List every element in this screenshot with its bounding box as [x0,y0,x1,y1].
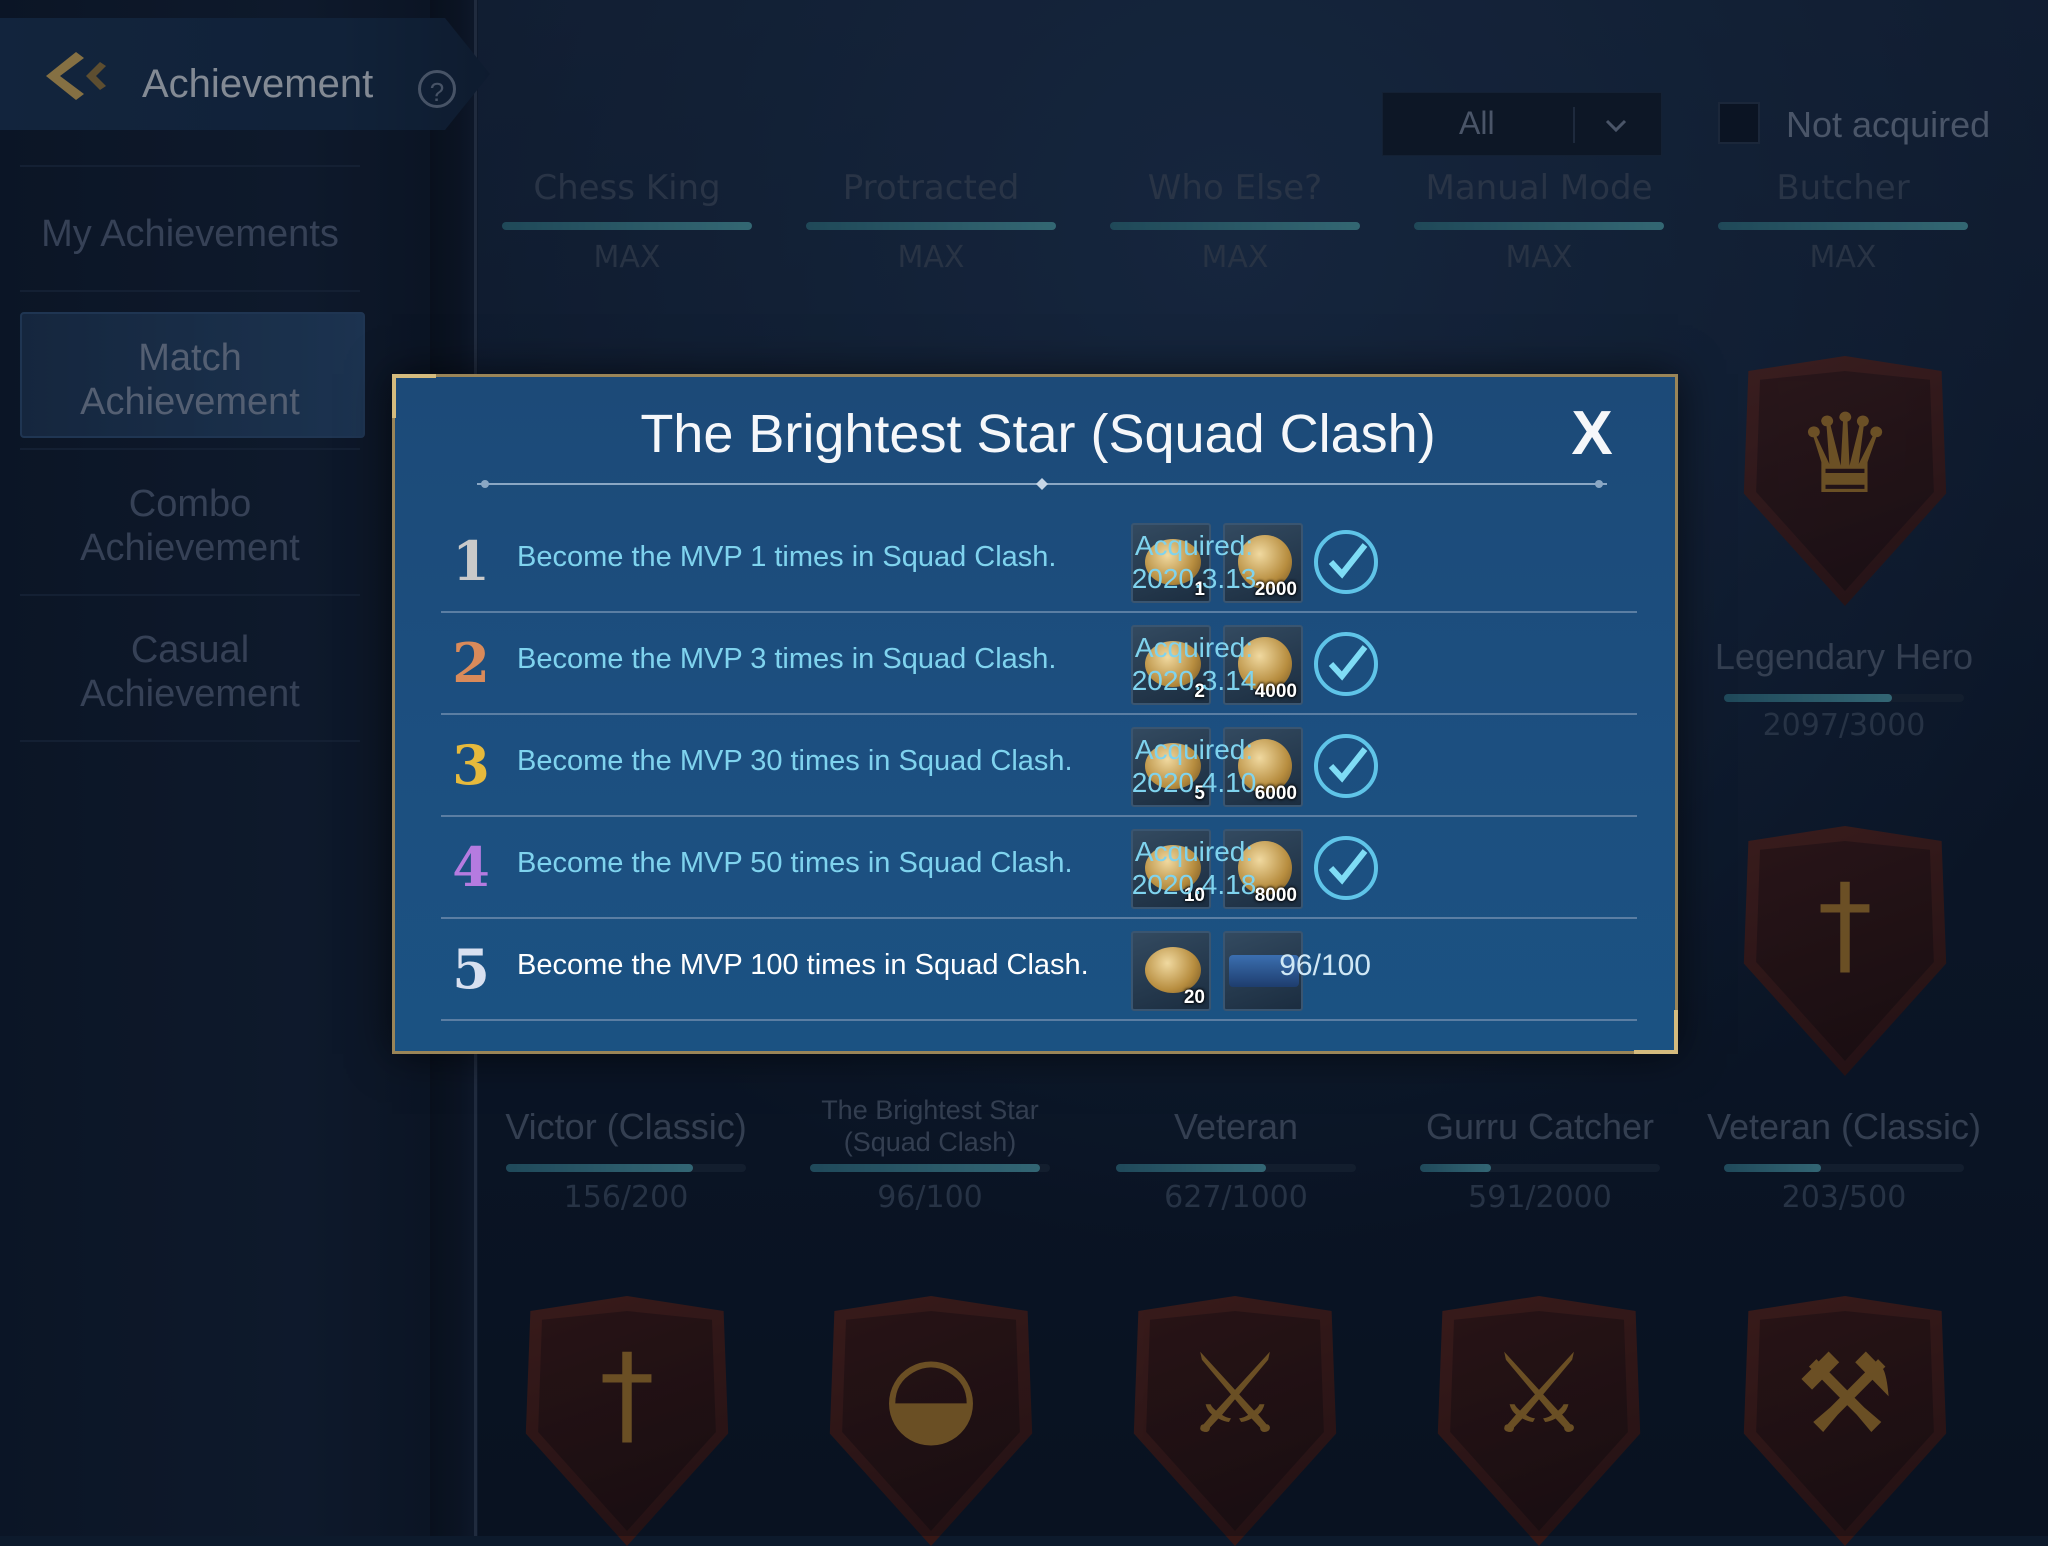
reward-quantity: 20 [1183,987,1205,1008]
check-icon [1314,836,1378,900]
tier-description: Become the MVP 1 times in Squad Clash. [517,541,1057,573]
acquired-label: Acquired: [1134,530,1254,561]
close-button[interactable]: X [1557,399,1627,469]
acquired-date: Acquired: 2020.3.13 [1109,529,1279,595]
acquired-label: Acquired: [1134,836,1254,867]
tier-progress: 96/100 [1279,949,1371,982]
sword-icon: † [1817,860,1873,988]
hammer-icon: ⚒ [1795,1330,1895,1458]
tier-row: 3 Become the MVP 30 times in Squad Clash… [441,715,1637,817]
acquired-date-value: 2020.4.18 [1131,869,1257,900]
tier-number-icon: 4 [452,835,490,899]
acquired-date: Acquired: 2020.4.10 [1109,733,1279,799]
tier-row: 1 Become the MVP 1 times in Squad Clash.… [441,511,1637,613]
tier-description: Become the MVP 30 times in Squad Clash. [517,745,1073,777]
tier-number-icon: 2 [452,631,490,695]
acquired-label: Acquired: [1134,632,1254,663]
tier-row: 5 Become the MVP 100 times in Squad Clas… [441,919,1637,1021]
tier-description: Become the MVP 100 times in Squad Clash. [517,949,1089,981]
tier-number-icon: 3 [452,733,490,797]
acquired-date: Acquired: 2020.3.14 [1109,631,1279,697]
crossed-swords-icon: ⚔ [1489,1330,1589,1458]
acquired-label: Acquired: [1134,734,1254,765]
crossed-swords-icon: ⚔ [1185,1330,1285,1458]
tier-number-icon: 1 [452,529,490,593]
tier-number-icon: 5 [452,937,490,1001]
check-icon [1314,632,1378,696]
acquired-date-value: 2020.3.14 [1131,665,1257,696]
modal-title: The Brightest Star (Squad Clash) [640,404,1436,464]
title-ornament [477,478,1607,490]
reward-chest-icon[interactable]: 20 [1131,931,1211,1011]
check-icon [1314,530,1378,594]
tier-row: 4 Become the MVP 50 times in Squad Clash… [441,817,1637,919]
achievement-detail-modal: The Brightest Star (Squad Clash) X 1 Bec… [392,374,1678,1054]
acquired-date: Acquired: 2020.4.18 [1109,835,1279,901]
tier-description: Become the MVP 3 times in Squad Clash. [517,643,1057,675]
check-icon [1314,734,1378,798]
acquired-date-value: 2020.3.13 [1131,563,1257,594]
modal-corner [1634,1010,1678,1054]
tier-description: Become the MVP 50 times in Squad Clash. [517,847,1073,879]
acquired-date-value: 2020.4.10 [1131,767,1257,798]
tier-row: 2 Become the MVP 3 times in Squad Clash.… [441,613,1637,715]
helmet-icon: ◒ [883,1330,979,1458]
sword-icon: † [599,1330,655,1458]
crown-icon: ♛ [1795,390,1895,518]
